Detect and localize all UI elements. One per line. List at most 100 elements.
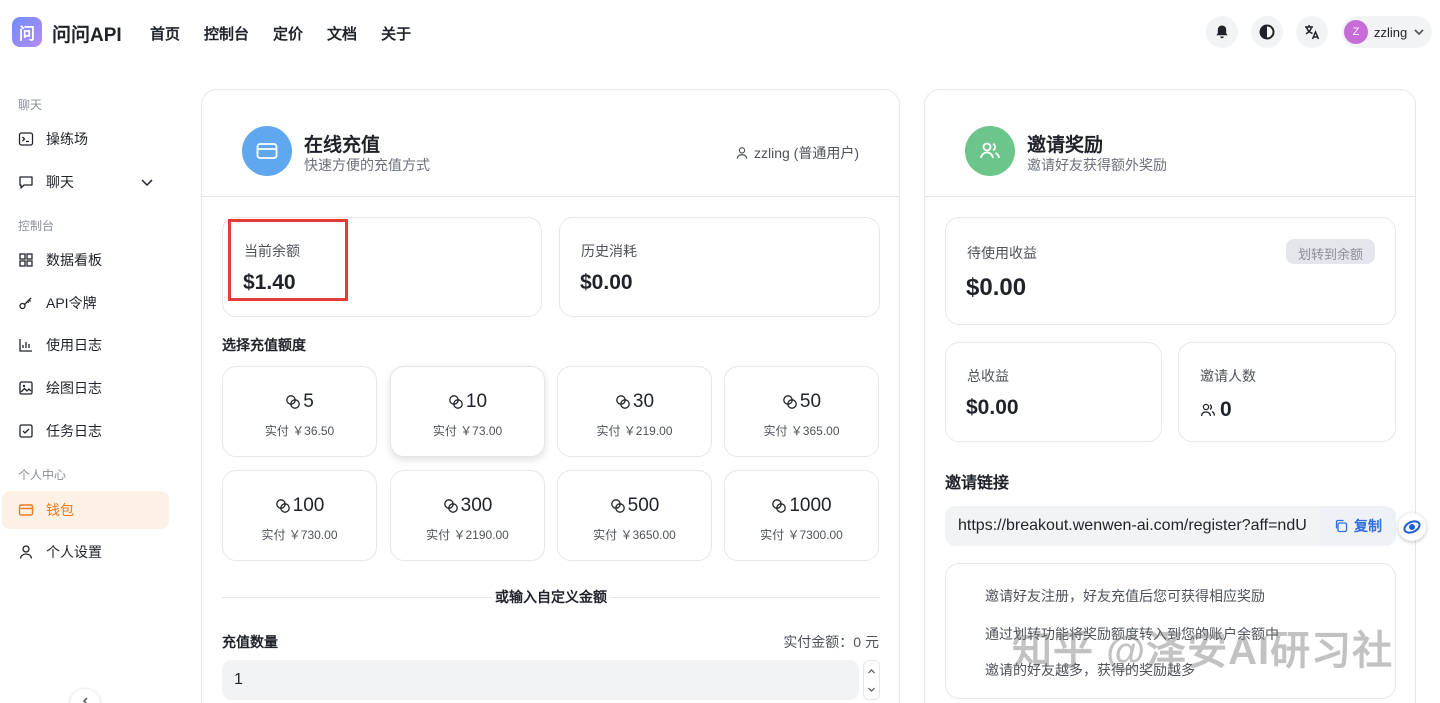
invite-link-field[interactable]: https://breakout.wenwen-ai.com/register?… [945,506,1396,546]
coins-icon [286,395,301,409]
amount-option[interactable]: 30 实付 ￥219.00 [557,366,712,457]
count-value: 0 [1220,398,1232,421]
count-row: 0 [1200,398,1232,422]
chart-icon [19,339,32,352]
sidebar-item-label: 任务日志 [46,423,102,439]
invite-card-header: 邀请奖励 邀请好友获得额外奖励 [925,90,1415,197]
notification-button[interactable] [1206,16,1238,48]
history-box: 历史消耗 $0.00 [559,217,880,317]
recharge-title: 在线充值 [304,135,381,156]
amount-option[interactable]: 1000 实付 ￥7300.00 [724,470,879,561]
amount-value: 500 [627,495,660,516]
invite-note-1: 邀请好友注册，好友充值后您可获得相应奖励 [985,588,1265,604]
copy-button[interactable]: 复制 [1320,506,1396,546]
sidebar-item-wallet[interactable]: 钱包 [2,491,169,529]
assistant-icon [1403,520,1421,534]
section-title-personal: 个人中心 [18,468,67,482]
amount-option[interactable]: 500 实付 ￥3650.00 [557,470,712,561]
amount-pay: 实付 ￥365.00 [763,424,840,438]
invite-subtitle: 邀请好友获得额外奖励 [1027,157,1167,173]
sidebar-item-playground[interactable]: 操练场 [2,120,169,158]
floating-assistant-button[interactable] [1398,513,1426,541]
amount-option[interactable]: 50 实付 ￥365.00 [724,366,879,457]
image-icon [19,381,33,395]
amount-pay: 实付 ￥219.00 [596,424,673,438]
sidebar-item-settings[interactable]: 个人设置 [2,533,169,571]
pending-value: $0.00 [966,274,1027,301]
nav-home[interactable]: 首页 [150,23,180,44]
sidebar-item-label: 绘图日志 [46,380,102,396]
transfer-button[interactable]: 划转到余额 [1285,239,1375,264]
theme-toggle-button[interactable] [1251,16,1283,48]
recharge-badge [242,126,292,176]
language-button[interactable] [1296,16,1328,48]
sidebar-item-label: 聊天 [46,174,74,190]
custom-amount-label: 或输入自定义金额 [495,589,607,605]
sidebar-item-usage-log[interactable]: 使用日志 [2,326,169,364]
chevron-down-icon[interactable] [139,174,155,190]
quantity-stepper[interactable] [863,660,880,700]
avatar: Z [1344,20,1368,44]
amount-value: 30 [632,391,655,412]
coins-icon [443,499,458,513]
app-logo[interactable]: 问 [12,17,42,47]
sidebar-item-label: API令牌 [46,295,97,311]
logo-text: 问 [18,26,35,43]
nav-console[interactable]: 控制台 [204,23,249,44]
sidebar-item-label: 使用日志 [46,337,102,353]
brand-name[interactable]: 问问API [52,20,122,47]
sidebar-item-drawing-log[interactable]: 绘图日志 [2,369,169,407]
total-earnings-box: 总收益 $0.00 [945,342,1162,442]
coins-icon [449,395,463,409]
user-menu[interactable]: Z zzling [1342,16,1432,48]
sidebar-item-label: 钱包 [46,502,74,518]
amount-option[interactable]: 300 实付 ￥2190.00 [390,470,545,561]
coins-icon [783,395,797,409]
copy-button-label: 复制 [1354,518,1382,534]
invite-count-box: 邀请人数 0 [1178,342,1396,442]
credit-card-icon [256,143,278,159]
user-icon [19,545,33,559]
key-icon [19,297,32,310]
users-icon [1200,403,1216,417]
total-label: 总收益 [967,368,1009,384]
nav-about[interactable]: 关于 [381,23,411,44]
chevron-down-icon[interactable] [864,681,879,699]
nav-docs[interactable]: 文档 [327,23,357,44]
sidebar-item-dashboard[interactable]: 数据看板 [2,241,169,279]
chevron-left-icon [82,697,88,703]
moon-icon [1259,24,1275,40]
amount-pay: 实付 ￥2190.00 [426,528,509,542]
sidebar-item-chat[interactable]: 聊天 [2,163,169,201]
chevron-up-icon[interactable] [864,662,879,680]
pending-label: 待使用收益 [967,245,1037,261]
sidebar-item-label: 个人设置 [46,544,102,560]
quantity-label: 充值数量 [222,634,278,650]
invite-link-text: https://breakout.wenwen-ai.com/register?… [958,517,1307,534]
amount-option[interactable]: 10 实付 ￥73.00 [390,366,545,457]
watermark: 知乎 @泽安AI研习社 [1012,629,1394,673]
pending-earnings-box: 待使用收益 划转到余额 $0.00 [945,217,1396,325]
sidebar-collapse-button[interactable] [70,689,100,703]
coins-icon [616,395,630,409]
amount-value: 100 [292,495,325,516]
recharge-subtitle: 快速方便的充值方式 [304,157,430,173]
invite-title: 邀请奖励 [1027,135,1104,156]
amount-option[interactable]: 100 实付 ￥730.00 [222,470,377,561]
dashboard-icon [19,253,33,267]
sidebar-item-api-token[interactable]: API令牌 [2,284,169,322]
history-label: 历史消耗 [581,243,637,259]
chat-icon [19,176,33,189]
coins-icon [610,499,625,513]
count-label: 邀请人数 [1200,368,1256,384]
nav-pricing[interactable]: 定价 [273,23,303,44]
sidebar-item-task-log[interactable]: 任务日志 [2,412,169,450]
quantity-input[interactable]: 1 [222,660,859,700]
coins-icon [275,499,290,513]
amount-value: 10 [465,391,488,412]
history-value: $0.00 [580,271,633,294]
amount-option[interactable]: 5 实付 ￥36.50 [222,366,377,457]
amount-pay: 实付 ￥36.50 [264,424,335,438]
bell-icon [1216,25,1228,39]
translate-icon [1305,25,1320,40]
